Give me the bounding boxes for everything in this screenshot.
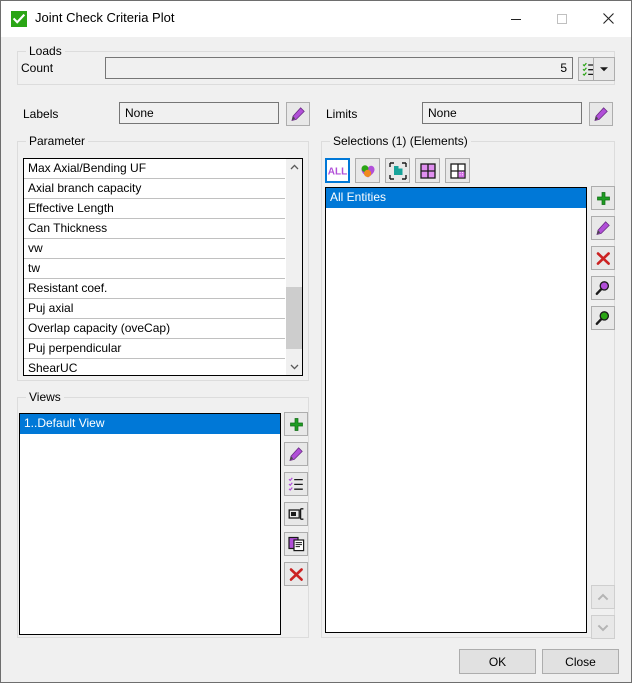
- selections-group-label: Selections (1) (Elements): [330, 134, 471, 148]
- list-icon[interactable]: [284, 472, 308, 496]
- minimize-icon[interactable]: [493, 1, 539, 36]
- partial-grid-icon[interactable]: [445, 158, 470, 183]
- parameter-list-item[interactable]: tw: [24, 259, 285, 279]
- limits-label: Limits: [326, 107, 357, 121]
- parameter-group-label: Parameter: [26, 134, 88, 148]
- pencil-icon[interactable]: [284, 442, 308, 466]
- marquee-select-icon[interactable]: [385, 158, 410, 183]
- chevron-down-icon[interactable]: [593, 57, 615, 81]
- parameter-list-item[interactable]: Puj perpendicular: [24, 339, 285, 359]
- pencil-icon[interactable]: [591, 216, 615, 240]
- rename-icon[interactable]: [284, 502, 308, 526]
- view-list-item[interactable]: 1..Default View: [20, 414, 280, 434]
- parameter-list-item[interactable]: Puj axial: [24, 299, 285, 319]
- svg-text:ALL: ALL: [328, 167, 347, 178]
- parameter-list-item[interactable]: Axial branch capacity: [24, 179, 285, 199]
- views-list-items: 1..Default View: [20, 414, 280, 434]
- parameter-scroll-thumb[interactable]: [286, 287, 302, 349]
- selections-list-items: All Entities: [326, 188, 586, 208]
- dialog-window: Joint Check Criteria Plot Loads Count 5 …: [0, 0, 632, 683]
- parameter-list-item[interactable]: Effective Length: [24, 199, 285, 219]
- parameter-scrollbar[interactable]: [285, 159, 302, 375]
- count-input[interactable]: 5: [105, 57, 573, 79]
- parameter-list-item[interactable]: Max Axial/Bending UF: [24, 159, 285, 179]
- parameter-list-item[interactable]: Resistant coef.: [24, 279, 285, 299]
- parameter-listbox[interactable]: Max Axial/Bending UFAxial branch capacit…: [23, 158, 303, 376]
- parameter-list-item[interactable]: ShearUC: [24, 359, 285, 375]
- parameter-list-items: Max Axial/Bending UFAxial branch capacit…: [24, 159, 285, 375]
- all-icon[interactable]: ALL: [325, 158, 350, 183]
- maximize-icon[interactable]: [539, 1, 585, 36]
- labels-input[interactable]: None: [119, 102, 279, 124]
- selections-listbox[interactable]: All Entities: [325, 187, 587, 633]
- chevron-up-icon[interactable]: [286, 159, 302, 176]
- parameter-list-item[interactable]: Can Thickness: [24, 219, 285, 239]
- ok-button[interactable]: OK: [459, 649, 536, 674]
- count-label: Count: [21, 61, 53, 75]
- parameter-list-item[interactable]: vw: [24, 239, 285, 259]
- delete-x-icon[interactable]: [591, 246, 615, 270]
- close-icon[interactable]: [585, 1, 631, 36]
- title-bar: Joint Check Criteria Plot: [1, 1, 631, 37]
- labels-label: Labels: [23, 107, 58, 121]
- limits-input[interactable]: None: [422, 102, 582, 124]
- pencil-icon[interactable]: [286, 102, 310, 126]
- plus-icon[interactable]: [284, 412, 308, 436]
- chevron-down-icon[interactable]: [286, 358, 302, 375]
- views-listbox[interactable]: 1..Default View: [19, 413, 281, 635]
- check-square-icon: [11, 11, 27, 27]
- chevron-down-icon[interactable]: [591, 615, 615, 639]
- close-button[interactable]: Close: [542, 649, 619, 674]
- chevron-up-icon[interactable]: [591, 585, 615, 609]
- grid-icon[interactable]: [415, 158, 440, 183]
- shapes-icon[interactable]: [355, 158, 380, 183]
- window-title: Joint Check Criteria Plot: [35, 10, 174, 25]
- plus-icon[interactable]: [591, 186, 615, 210]
- magnifier-green-icon[interactable]: [591, 306, 615, 330]
- parameter-list-item[interactable]: Overlap capacity (oveCap): [24, 319, 285, 339]
- copy-icon[interactable]: [284, 532, 308, 556]
- selection-list-item[interactable]: All Entities: [326, 188, 586, 208]
- views-group-label: Views: [26, 390, 64, 404]
- loads-group-label: Loads: [26, 44, 65, 58]
- delete-x-icon[interactable]: [284, 562, 308, 586]
- pencil-icon[interactable]: [589, 102, 613, 126]
- magnifier-purple-icon[interactable]: [591, 276, 615, 300]
